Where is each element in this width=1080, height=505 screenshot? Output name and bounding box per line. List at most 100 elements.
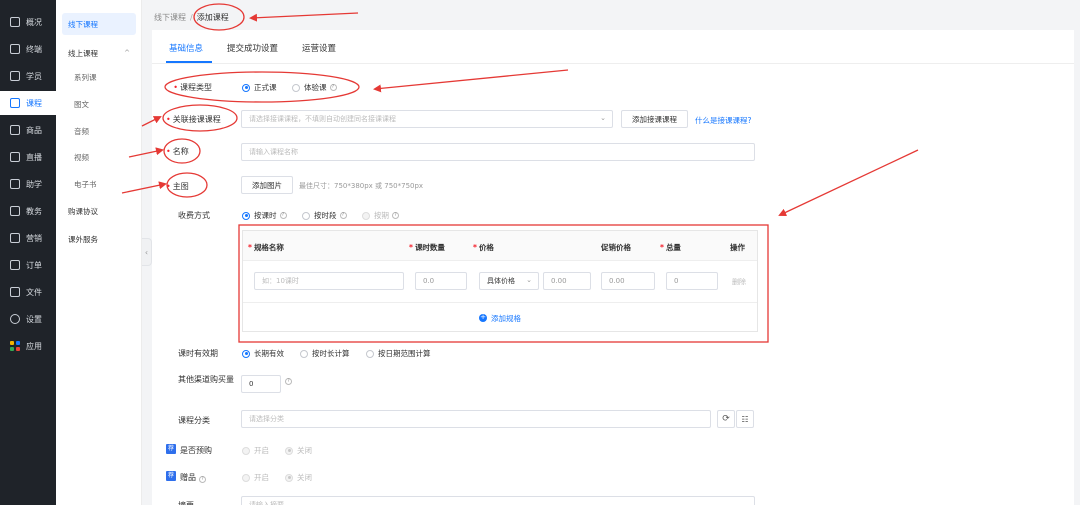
submenu-offline-course[interactable]: 线下课程 <box>62 13 136 35</box>
radio-by-period[interactable]: 按时段? <box>302 210 347 221</box>
nav-item-goods[interactable]: 商品 <box>0 118 56 142</box>
chevron-down-icon: ⌄ <box>600 114 606 122</box>
course-form-card: 基础信息 提交成功设置 运营设置 • 课程类型 正式课 体验课? • 关联接课课程 … <box>152 30 1074 505</box>
other-channel-input[interactable]: 0 <box>241 375 281 393</box>
tab-operation[interactable]: 运营设置 <box>302 42 336 54</box>
th-price: * 价格 <box>473 243 494 252</box>
submenu-online-course[interactable]: 线上课程 ^ <box>56 42 142 64</box>
delete-spec-link[interactable]: 删除 <box>732 277 746 287</box>
nav-item-apps[interactable]: 应用 <box>0 334 56 358</box>
submenu-series[interactable]: 系列课 <box>56 66 142 88</box>
goods-icon <box>10 125 20 135</box>
academic-icon <box>10 206 20 216</box>
tab-submit-success[interactable]: 提交成功设置 <box>227 42 278 54</box>
form-tabs: 基础信息 提交成功设置 运营设置 <box>152 30 1074 64</box>
gift-label: 赠品? <box>180 472 206 483</box>
nav-item-order[interactable]: 订单 <box>0 253 56 277</box>
tab-basic-info[interactable]: 基础信息 <box>169 42 203 54</box>
submenu-ebook[interactable]: 电子书 <box>56 173 142 195</box>
submenu-audio[interactable]: 音频 <box>56 120 142 142</box>
submenu-purchase-agreement[interactable]: 购课协议 <box>56 200 142 222</box>
related-course-select[interactable]: 请选择接课课程，不填则自动创建同名接课课程 ⌄ <box>241 110 613 128</box>
radio-presale-off[interactable]: 关闭 <box>285 445 312 456</box>
nav-item-settings[interactable]: 设置 <box>0 307 56 331</box>
nav-item-assist[interactable]: 助学 <box>0 172 56 196</box>
add-related-course-button[interactable]: 添加接课课程 <box>621 110 688 128</box>
folder-icon <box>10 287 20 297</box>
marketing-icon <box>10 233 20 243</box>
radio-presale-on[interactable]: 开启 <box>242 445 269 456</box>
related-course-label: • 关联接课课程 <box>166 115 221 124</box>
radio-formal-course[interactable]: 正式课 <box>242 82 277 93</box>
submenu-video[interactable]: 视频 <box>56 146 142 168</box>
submenu-extra-service[interactable]: 课外服务 <box>56 228 142 250</box>
promo-price-input[interactable]: 0.00 <box>601 272 655 290</box>
nav-item-students[interactable]: 学员 <box>0 64 56 88</box>
course-submenu: 线下课程 线上课程 ^ 系列课 图文 音频 视频 电子书 购课协议 课外服务 <box>56 0 142 505</box>
what-is-related-course-link[interactable]: 什么是接课课程? <box>695 115 751 126</box>
breadcrumb: 线下课程 / 添加课程 <box>154 12 229 23</box>
hours-input[interactable]: 0.0 <box>415 272 467 290</box>
th-hours: * 课时数量 <box>409 243 445 252</box>
help-icon: ? <box>392 212 399 219</box>
spec-table: * 规格名称 * 课时数量 * 价格 促销价格 * 总量 操作 如：10课时 0.0 具… <box>242 230 758 332</box>
gear-icon <box>10 314 20 324</box>
plus-icon: + <box>479 313 487 322</box>
nav-item-overview[interactable]: 概况 <box>0 10 56 34</box>
course-type-label: • 课程类型 <box>173 83 212 92</box>
radio-by-duration[interactable]: 按时长计算 <box>300 348 350 359</box>
active-tab-indicator <box>166 61 212 63</box>
nav-item-academic[interactable]: 教务 <box>0 199 56 223</box>
breadcrumb-parent[interactable]: 线下课程 <box>154 12 186 23</box>
main-nav-rail: 概况 终端 学员 课程 商品 直播 助学 教务 营销 订单 文件 设置 应用 <box>0 0 56 505</box>
nav-item-marketing[interactable]: 营销 <box>0 226 56 250</box>
order-icon <box>10 260 20 270</box>
category-select[interactable]: 请选择分类 <box>241 410 711 428</box>
radio-gift-off[interactable]: 关闭 <box>285 472 312 483</box>
course-icon <box>10 98 20 108</box>
cover-label: • 主图 <box>166 182 189 191</box>
charge-mode-label: 收费方式 <box>178 211 210 220</box>
image-size-hint: 最佳尺寸：750*380px 或 750*750px <box>299 182 424 190</box>
total-input[interactable]: 0 <box>666 272 718 290</box>
radio-by-term[interactable]: 按期? <box>362 210 399 221</box>
price-type-select[interactable]: 具体价格 ⌄ <box>479 272 539 290</box>
summary-input[interactable]: 请输入摘要 <box>241 496 755 505</box>
radio-trial-course[interactable]: 体验课? <box>292 82 337 93</box>
nav-item-terminal[interactable]: 终端 <box>0 37 56 61</box>
other-channel-label: 其他渠道购买量 <box>178 375 234 384</box>
table-row: 如：10课时 0.0 具体价格 ⌄ 0.00 0.00 0 删除 <box>243 261 757 303</box>
nav-item-live[interactable]: 直播 <box>0 145 56 169</box>
validity-label: 课时有效期 <box>178 349 218 358</box>
nav-item-course[interactable]: 课程 <box>0 91 56 115</box>
overview-icon <box>10 17 20 27</box>
course-name-input[interactable]: 请输入课程名称 <box>241 143 755 161</box>
add-image-button[interactable]: 添加图片 <box>241 176 293 194</box>
spec-name-input[interactable]: 如：10课时 <box>254 272 404 290</box>
th-total: * 总量 <box>660 243 681 252</box>
help-icon: ? <box>279 212 287 219</box>
name-label: • 名称 <box>166 147 189 156</box>
nav-item-file[interactable]: 文件 <box>0 280 56 304</box>
help-icon[interactable]: ? <box>329 84 337 91</box>
chevron-down-icon: ⌄ <box>526 276 532 284</box>
collapse-menu-handle[interactable]: ‹ <box>142 238 152 266</box>
radio-by-date-range[interactable]: 按日期范围计算 <box>366 348 431 359</box>
students-icon <box>10 71 20 81</box>
refresh-icon[interactable]: ⟳ <box>717 410 735 428</box>
th-action: 操作 <box>730 243 745 252</box>
presale-label: 是否预购 <box>180 446 212 455</box>
category-manage-icon[interactable]: ☷ <box>736 410 754 428</box>
help-icon[interactable]: ? <box>285 378 292 385</box>
radio-long-term[interactable]: 长期有效 <box>242 348 284 359</box>
breadcrumb-current: 添加课程 <box>196 13 229 22</box>
radio-gift-on[interactable]: 开启 <box>242 472 269 483</box>
price-input[interactable]: 0.00 <box>543 272 591 290</box>
summary-label: 摘要 <box>178 500 194 505</box>
th-spec-name: * 规格名称 <box>248 243 284 252</box>
submenu-article[interactable]: 图文 <box>56 93 142 115</box>
radio-by-lesson[interactable]: 按课时? <box>242 210 287 221</box>
add-spec-button[interactable]: + 添加规格 <box>243 303 757 333</box>
spec-table-header: * 规格名称 * 课时数量 * 价格 促销价格 * 总量 操作 <box>243 231 757 261</box>
recommend-badge: 荐 <box>166 444 176 454</box>
